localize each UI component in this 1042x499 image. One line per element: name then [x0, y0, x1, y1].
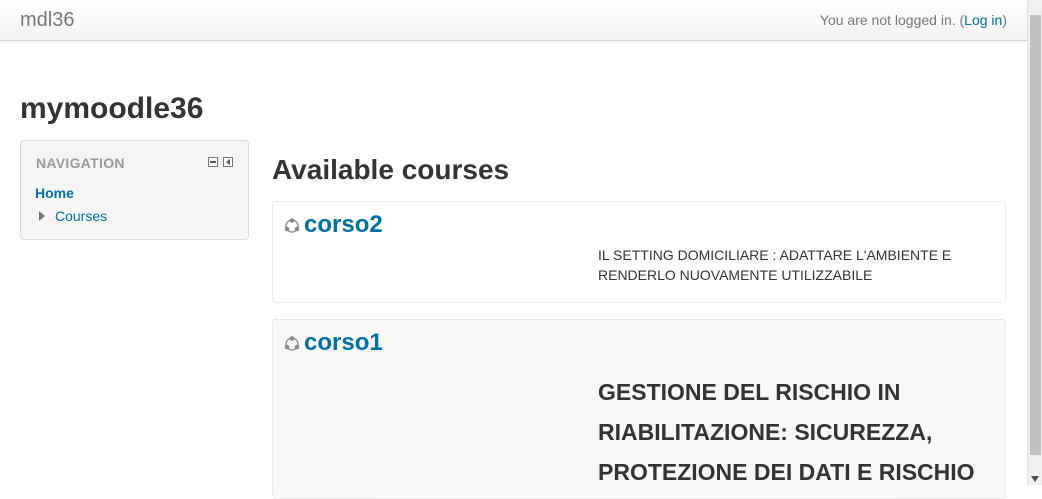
course-summary: GESTIONE DEL RISCHIO IN RIABILITAZIONE: …: [598, 379, 975, 485]
course-box: corso2 IL SETTING DOMICILIARE : ADATTARE…: [272, 201, 1006, 303]
login-status-text: You are not logged in. (: [819, 12, 965, 28]
scrollbar-thumb[interactable]: [1030, 15, 1041, 455]
nav-courses-label[interactable]: Courses: [55, 208, 107, 224]
page-title: mymoodle36: [20, 92, 204, 125]
site-brand[interactable]: mdl36: [20, 9, 74, 32]
nav-home-link[interactable]: Home: [35, 185, 74, 201]
top-navbar: mdl36 You are not logged in. (Log in): [0, 0, 1027, 41]
navigation-block-title: NAVIGATION: [36, 155, 125, 171]
vertical-scrollbar[interactable]: [1027, 0, 1042, 485]
course-icon: [284, 218, 300, 233]
course-icon: [284, 336, 300, 351]
expand-triangle-icon[interactable]: [39, 211, 45, 222]
login-info: You are not logged in. (Log in): [820, 12, 1007, 28]
minimize-block-icon[interactable]: [208, 157, 218, 167]
nav-courses-item[interactable]: Courses: [39, 208, 107, 224]
course-name-link[interactable]: corso2: [304, 211, 383, 239]
dock-block-icon[interactable]: [223, 157, 233, 167]
navigation-block: NAVIGATION Home Courses: [20, 140, 249, 240]
login-link[interactable]: Log in: [964, 12, 1002, 28]
scroll-down-arrow-icon[interactable]: [1031, 476, 1039, 482]
login-status-close: ): [1002, 12, 1007, 28]
course-name-link[interactable]: corso1: [304, 329, 383, 357]
course-box: corso1 GESTIONE DEL RISCHIO IN RIABILITA…: [272, 319, 1006, 499]
course-summary: IL SETTING DOMICILIARE : ADATTARE L'AMBI…: [598, 247, 952, 283]
available-courses-heading: Available courses: [272, 154, 510, 185]
